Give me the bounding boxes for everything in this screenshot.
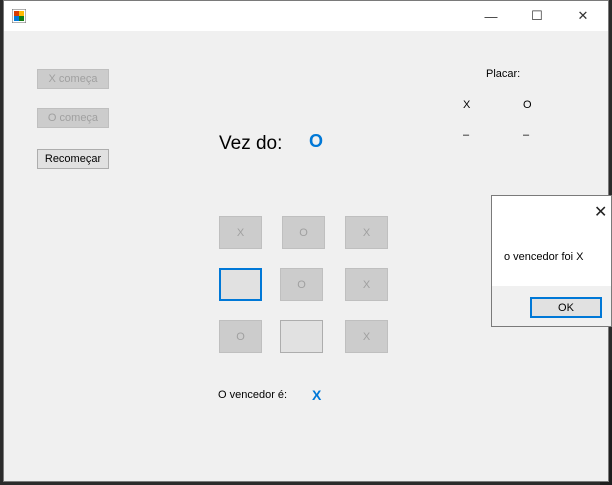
board-cell-2[interactable]: O [282,216,325,249]
score-x-label: X [463,99,471,111]
message-box: ✕ o vencedor foi X OK [491,195,612,327]
board-cell-1[interactable]: X [219,216,262,249]
score-x-value: – [463,129,470,141]
maximize-button[interactable]: ☐ [514,1,560,31]
board-cell-7[interactable]: O [219,320,262,353]
board-cell-6[interactable]: X [345,268,388,301]
score-o-label: O [523,99,532,111]
close-button[interactable]: ✕ [560,1,606,31]
board-cell-3[interactable]: X [345,216,388,249]
winner-value: X [312,387,322,403]
score-title: Placar: [486,68,521,80]
board-cell-4[interactable] [219,268,262,301]
ok-button[interactable]: OK [530,297,602,318]
score-o-value: – [523,129,530,141]
winner-label: O vencedor é: [218,389,288,401]
app-icon [12,9,26,23]
title-bar[interactable]: — ☐ ✕ [4,1,608,31]
board-cell-5[interactable]: O [280,268,323,301]
x-starts-button[interactable]: X começa [37,69,109,89]
o-starts-button[interactable]: O começa [37,108,109,128]
turn-label: Vez do: [219,133,283,154]
board-cell-9[interactable]: X [345,320,388,353]
turn-value: O [309,131,324,151]
board-cell-8[interactable] [280,320,323,353]
minimize-button[interactable]: — [468,1,514,31]
restart-button[interactable]: Recomeçar [37,149,109,169]
message-box-close-button[interactable]: ✕ [594,202,607,222]
message-box-text: o vencedor foi X [504,251,584,263]
